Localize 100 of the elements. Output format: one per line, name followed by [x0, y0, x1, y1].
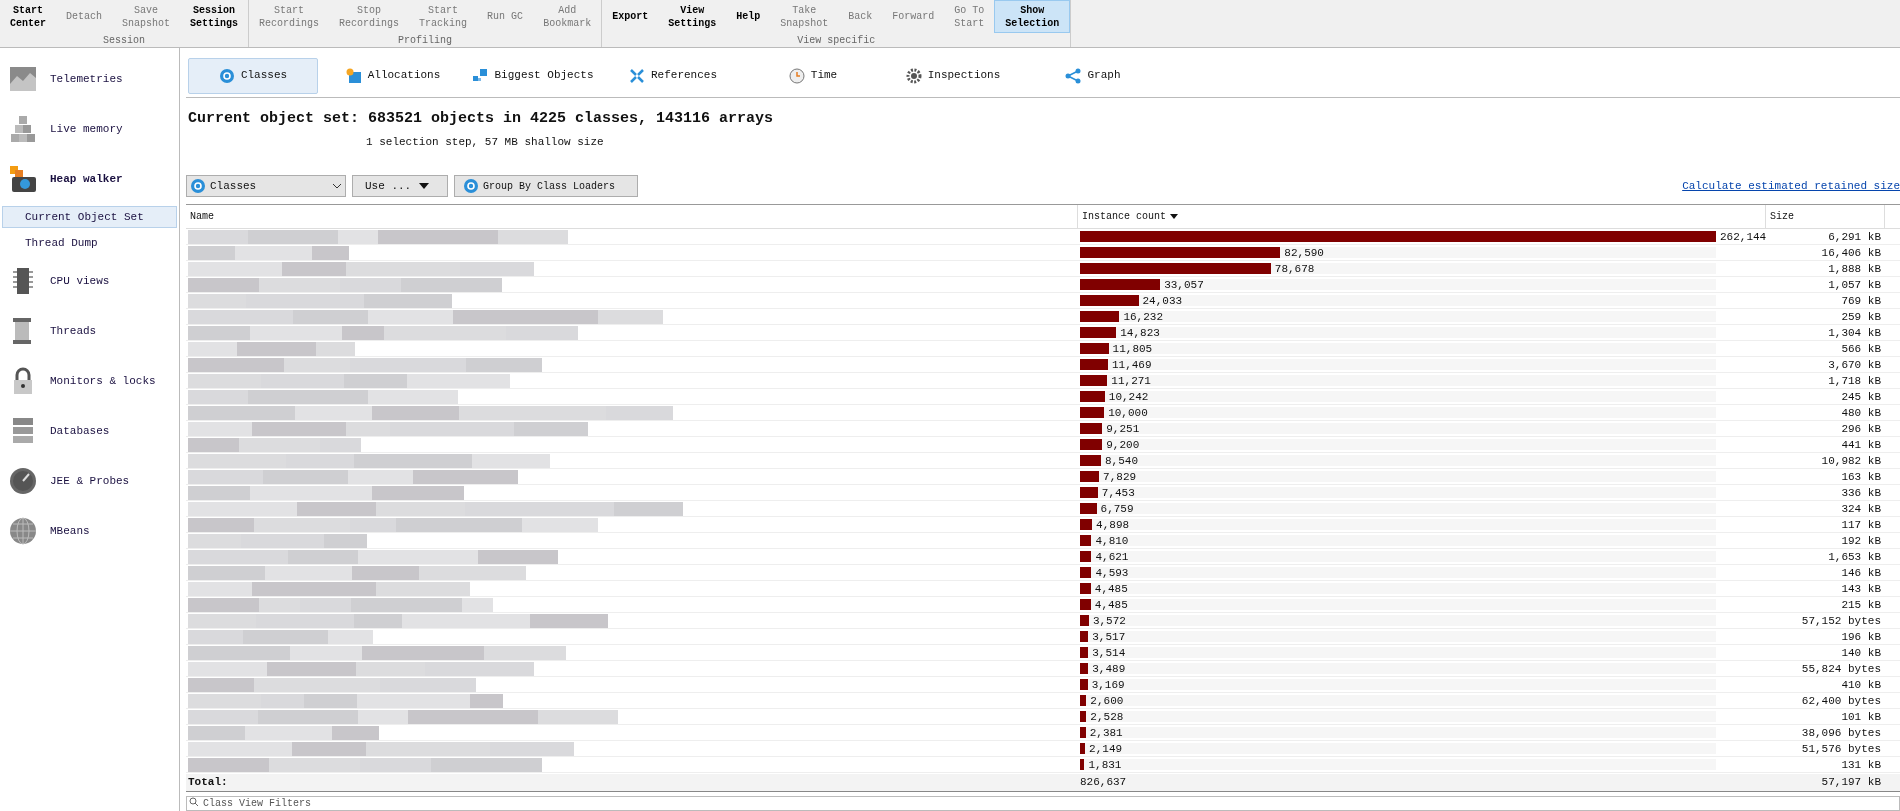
size-cell-text: 140 kB — [1840, 646, 1882, 660]
toolbar-button[interactable]: Help — [726, 0, 771, 33]
group-label: Profiling — [397, 34, 454, 47]
total-size: 57,197 kB — [1820, 774, 1882, 790]
sidebar-item[interactable]: Threads — [0, 306, 179, 356]
instance-count: 7,829 — [1103, 470, 1137, 485]
instance-count: 3,517 — [1092, 630, 1126, 645]
clock-icon — [788, 67, 805, 84]
tab[interactable]: Time — [748, 57, 878, 94]
sidebar-item[interactable]: CPU views — [0, 256, 179, 306]
column-header[interactable]: Name — [186, 205, 1078, 228]
instance-count: 24,033 — [1142, 294, 1183, 309]
tab[interactable]: Inspections — [888, 57, 1018, 94]
size-cell-text: 131 kB — [1840, 758, 1882, 772]
size-cell-text: 192 kB — [1840, 534, 1882, 548]
instance-count: 14,823 — [1120, 326, 1160, 341]
size-cell-text: 38,096 bytes — [1800, 726, 1882, 740]
size-cell-text: 566 kB — [1840, 342, 1882, 356]
size-cell-text: 10,982 kB — [1820, 454, 1882, 468]
size-cell-text: 117 kB — [1840, 518, 1882, 532]
class-icon — [463, 178, 479, 194]
cubes-icon — [8, 114, 38, 144]
instance-count: 16,232 — [1123, 310, 1164, 325]
size-cell-text: 163 kB — [1840, 470, 1882, 484]
group-label: Session — [102, 34, 147, 47]
size-cell-text: 143 kB — [1840, 582, 1882, 596]
sidebar-item[interactable]: Monitors & locks — [0, 356, 179, 406]
instance-count: 2,528 — [1090, 710, 1124, 725]
object-set-heading: Current object set: 683521 objects in 4225 classes, 143116 arrays — [187, 109, 775, 129]
column-header[interactable]: Instance count — [1078, 205, 1766, 228]
instance-count: 33,057 — [1164, 278, 1204, 293]
tab[interactable]: References — [608, 57, 738, 94]
caret-icon — [419, 183, 430, 189]
use-button[interactable]: Use ... — [352, 175, 448, 197]
group-by-button[interactable]: Group By Class Loaders — [454, 175, 638, 197]
size-cell-text: 1,718 kB — [1827, 374, 1882, 388]
size-cell-text: 1,888 kB — [1827, 262, 1882, 276]
instance-count: 4,485 — [1094, 582, 1128, 597]
size-cell-text: 245 kB — [1840, 390, 1882, 404]
sidebar-subitem[interactable]: Thread Dump — [2, 232, 177, 254]
filter-field[interactable]: Class View Filters — [186, 795, 1900, 811]
instance-count: 2,149 — [1089, 742, 1123, 757]
blocks-icon — [472, 67, 489, 84]
size-cell-text: 196 kB — [1840, 630, 1882, 644]
toolbar-button[interactable]: Start Center — [0, 0, 56, 33]
view-select[interactable]: Classes — [186, 175, 346, 197]
toolbar-button[interactable]: Show Selection — [994, 0, 1071, 33]
instance-count: 10,000 — [1108, 406, 1148, 421]
instance-count: 82,590 — [1284, 246, 1324, 261]
size-cell-text: 410 kB — [1840, 678, 1882, 692]
size-cell-text: 259 kB — [1840, 310, 1882, 324]
instance-count: 3,169 — [1091, 678, 1125, 693]
retained-sizes-link[interactable]: Calculate estimated retained size — [1682, 177, 1900, 195]
tab[interactable]: Biggest Objects — [468, 57, 598, 94]
class-icon — [190, 178, 206, 194]
instance-count: 9,251 — [1106, 422, 1140, 437]
size-cell-text: 3,670 kB — [1827, 358, 1882, 372]
size-cell-text: 1,057 kB — [1827, 278, 1882, 292]
instance-count: 3,489 — [1092, 662, 1126, 677]
size-cell-text: 324 kB — [1840, 502, 1882, 516]
instance-count: 4,810 — [1095, 534, 1129, 549]
instance-count: 1,831 — [1088, 758, 1122, 773]
toolbar-button[interactable]: Export — [602, 0, 659, 33]
instance-count: 3,514 — [1092, 646, 1126, 661]
gauge-icon — [8, 466, 38, 496]
total-count: 826,637 — [1079, 774, 1128, 790]
size-cell-text: 1,304 kB — [1827, 326, 1882, 340]
sidebar-item[interactable]: Databases — [0, 406, 179, 456]
instance-count: 11,469 — [1111, 358, 1152, 373]
tab[interactable]: Graph — [1028, 57, 1158, 94]
instance-count: 4,898 — [1096, 518, 1130, 533]
instance-count: 4,485 — [1094, 598, 1128, 613]
chevron-down-icon — [332, 183, 342, 189]
tab[interactable]: Allocations — [328, 57, 458, 94]
column-header[interactable]: Size — [1766, 205, 1885, 228]
instance-count: 78,678 — [1274, 262, 1315, 277]
sidebar-item[interactable]: Live memory — [0, 104, 179, 154]
sidebar-subitem[interactable]: Current Object Set — [2, 206, 177, 228]
tab[interactable]: Classes — [188, 57, 318, 94]
group-label: View specific — [796, 34, 877, 47]
size-cell-text: 480 kB — [1840, 406, 1882, 420]
size-cell-text: 296 kB — [1840, 422, 1882, 436]
sidebar-item[interactable]: Heap walker — [0, 154, 179, 204]
sidebar-item[interactable]: Telemetries — [0, 54, 179, 104]
size-cell-text: 51,576 bytes — [1800, 742, 1882, 756]
size-cell-text: 55,824 bytes — [1800, 662, 1882, 676]
toolbar-button[interactable]: Session Settings — [180, 0, 249, 33]
sort-down-icon — [1170, 214, 1178, 219]
size-cell-text: 769 kB — [1840, 294, 1882, 308]
sidebar-item[interactable]: JEE & Probes — [0, 456, 179, 506]
instance-count: 3,572 — [1092, 614, 1126, 629]
toolbar-button[interactable]: View Settings — [658, 0, 727, 33]
size-cell-text: 441 kB — [1840, 438, 1882, 452]
sidebar-item[interactable]: MBeans — [0, 506, 179, 556]
instance-count: 8,540 — [1105, 454, 1138, 469]
gear-icon — [905, 67, 922, 84]
allocation-icon — [345, 67, 362, 84]
instance-count: 10,242 — [1108, 390, 1149, 405]
instance-count: 6,759 — [1100, 502, 1134, 517]
instance-count: 11,271 — [1111, 374, 1151, 389]
